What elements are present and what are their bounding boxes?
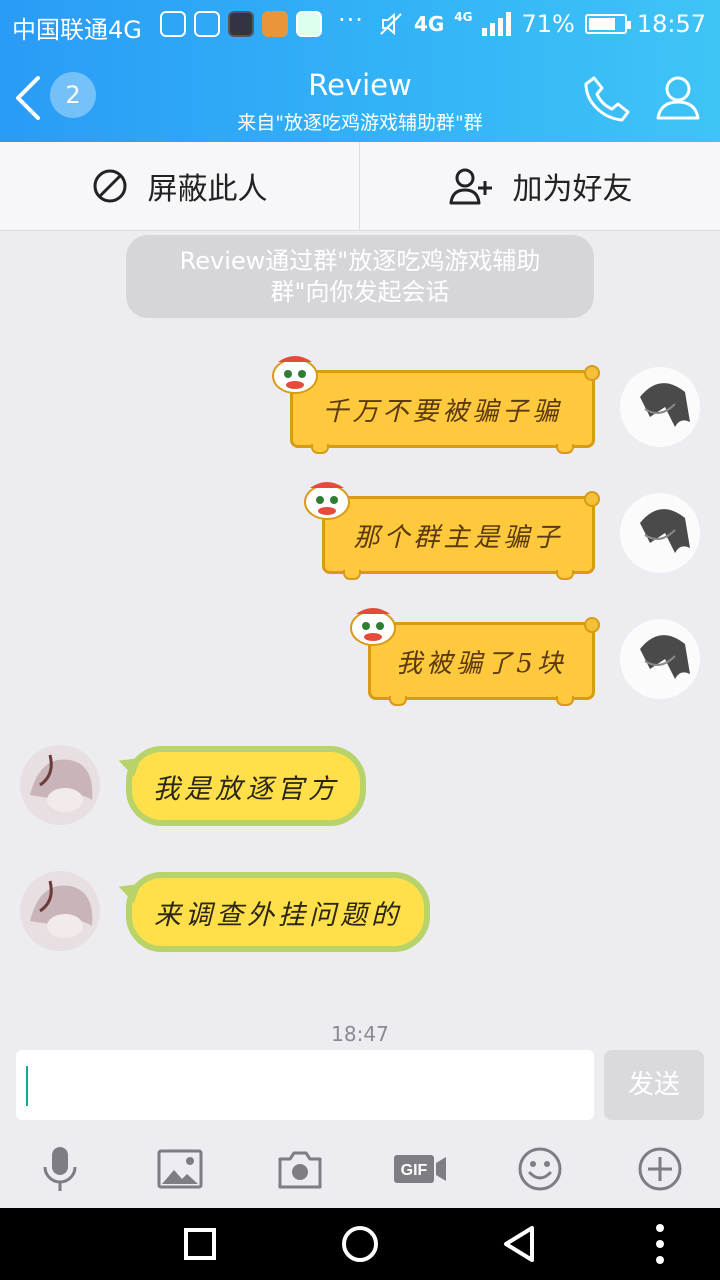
stranger-action-bar: 屏蔽此人 加为好友 — [0, 142, 720, 231]
camera-button[interactable] — [276, 1145, 324, 1193]
message-text: 那个群主是骗子 — [353, 522, 564, 553]
incoming-message-bubble[interactable]: 来调查外挂问题的 — [115, 872, 430, 952]
person-icon — [656, 76, 700, 120]
phone-icon — [584, 76, 630, 122]
voice-button[interactable] — [36, 1145, 84, 1193]
add-person-icon — [449, 168, 492, 205]
game-notification-icon — [228, 11, 254, 37]
microphone-icon — [43, 1147, 77, 1191]
recent-apps-button[interactable] — [178, 1222, 222, 1266]
image-icon — [157, 1149, 203, 1189]
block-user-label: 屏蔽此人 — [147, 172, 268, 207]
more-notifications-icon: ··· — [338, 6, 364, 34]
svg-text:GIF: GIF — [401, 1162, 428, 1179]
emoji-button[interactable] — [516, 1145, 564, 1193]
carrier-label: 中国联通4G — [12, 16, 142, 44]
status-bar: 中国联通4G ··· 4G 4G 71% 18:57 — [0, 0, 720, 50]
my-avatar[interactable] — [620, 367, 700, 447]
avatar-image — [640, 635, 690, 679]
incoming-message-bubble[interactable]: 我是放逐官方 — [115, 746, 366, 826]
avatar-image — [640, 383, 690, 427]
message-input[interactable] — [16, 1050, 594, 1120]
more-options-button[interactable] — [636, 1145, 684, 1193]
composer-toolbar: GIF — [0, 1135, 720, 1203]
menu-button[interactable] — [638, 1222, 682, 1266]
game-notification-icon — [262, 11, 288, 37]
battery-icon — [584, 14, 631, 34]
message-text: 来调查外挂问题的 — [154, 899, 402, 931]
signal-icon — [482, 12, 512, 36]
gif-icon: GIF — [394, 1155, 446, 1183]
avatar-image — [640, 509, 690, 553]
camera-icon — [278, 1151, 322, 1189]
mute-icon — [380, 12, 402, 36]
notice-line: 群"向你发起会话 — [270, 278, 450, 306]
plus-icon — [638, 1147, 682, 1191]
emoji-icon — [518, 1147, 562, 1191]
chat-header: 中国联通4G ··· 4G 4G 71% 18:57 2 Review 来自"放… — [0, 0, 720, 142]
block-icon — [93, 169, 126, 203]
kebab-menu-icon — [656, 1224, 664, 1264]
outgoing-message-bubble[interactable]: 那个群主是骗子 — [322, 491, 600, 580]
network-type-secondary: 4G — [454, 10, 473, 24]
avatar-image — [30, 754, 93, 812]
outgoing-message-bubble[interactable]: 我被骗了5块 — [368, 617, 600, 706]
image-button[interactable] — [156, 1145, 204, 1193]
send-button[interactable]: 发送 — [604, 1050, 704, 1120]
home-button[interactable] — [338, 1222, 382, 1266]
message-text: 我是放逐官方 — [153, 773, 339, 805]
circle-icon — [342, 1226, 378, 1262]
lion-dance-sticker-icon — [272, 356, 318, 394]
notice-line: Review通过群"放逐吃鸡游戏辅助 — [179, 247, 541, 275]
lion-dance-sticker-icon — [304, 482, 350, 520]
call-button[interactable] — [580, 72, 632, 124]
clock: 18:57 — [636, 10, 706, 38]
message-timestamp: 18:47 — [331, 1022, 389, 1046]
square-icon — [184, 1228, 216, 1260]
sender-avatar[interactable] — [20, 871, 100, 951]
avatar-image — [30, 880, 93, 938]
system-nav-bar — [0, 1208, 720, 1280]
message-text: 我被骗了5块 — [396, 648, 567, 679]
app-notification-icon — [160, 11, 186, 37]
profile-button[interactable] — [652, 72, 704, 124]
add-friend-button[interactable]: 加为好友 — [361, 142, 720, 230]
text-caret — [26, 1066, 28, 1106]
gif-button[interactable]: GIF — [392, 1145, 448, 1193]
notification-icons — [160, 11, 322, 37]
block-user-button[interactable]: 屏蔽此人 — [0, 142, 359, 230]
lion-dance-sticker-icon — [350, 608, 396, 646]
app-notification-icon — [194, 11, 220, 37]
my-avatar[interactable] — [620, 619, 700, 699]
message-text: 千万不要被骗子骗 — [322, 396, 563, 427]
triangle-back-icon — [504, 1226, 534, 1262]
system-back-button[interactable] — [498, 1222, 542, 1266]
my-avatar[interactable] — [620, 493, 700, 573]
divider — [359, 142, 360, 230]
outgoing-message-bubble[interactable]: 千万不要被骗子骗 — [290, 365, 600, 454]
system-notice: Review通过群"放逐吃鸡游戏辅助 群"向你发起会话 — [126, 235, 594, 318]
title-bar: 2 Review 来自"放逐吃鸡游戏辅助群"群 — [0, 50, 720, 142]
network-type: 4G — [413, 12, 445, 36]
sender-avatar[interactable] — [20, 745, 100, 825]
add-friend-label: 加为好友 — [512, 172, 633, 207]
video-notification-icon — [296, 11, 322, 37]
battery-percent: 71% — [521, 10, 575, 38]
